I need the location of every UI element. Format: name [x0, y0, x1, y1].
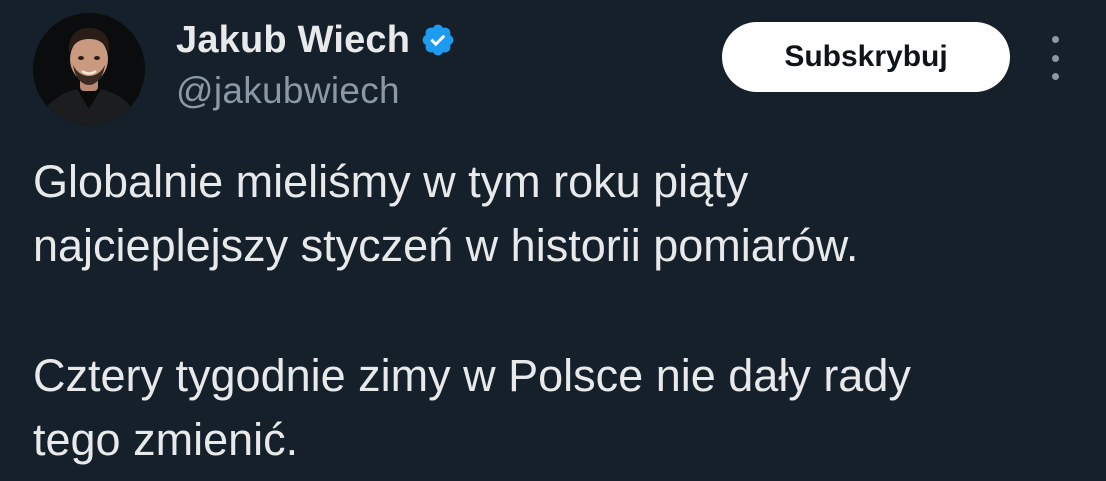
avatar-portrait-image	[33, 13, 145, 125]
name-row: Jakub Wiech	[176, 14, 456, 66]
subscribe-button[interactable]: Subskrybuj	[722, 22, 1010, 92]
author-handle[interactable]: @jakubwiech	[176, 70, 456, 112]
more-dot	[1051, 54, 1059, 62]
tweet-text: Globalnie mieliśmy w tym roku piąty najc…	[33, 150, 1093, 472]
author-display-name[interactable]: Jakub Wiech	[176, 19, 410, 62]
more-dot	[1051, 73, 1059, 80]
more-dot	[1051, 36, 1059, 43]
tweet-text-line: Globalnie mieliśmy w tym roku piąty	[33, 156, 749, 207]
avatar[interactable]	[33, 13, 145, 125]
author-info: Jakub Wiech @jakubwiech	[176, 14, 456, 112]
tweet-text-line: najcieplejszy styczeń w historii pomiaró…	[33, 220, 859, 271]
tweet-text-line: tego zmienić.	[33, 414, 299, 465]
more-vertical-icon[interactable]	[1040, 36, 1070, 80]
tweet-text-line: Cztery tygodnie zimy w Polsce nie dały r…	[33, 350, 911, 401]
verified-badge-icon[interactable]	[420, 22, 456, 58]
tweet-card: Jakub Wiech @jakubwiech Subskrybuj Globa…	[0, 0, 1106, 481]
